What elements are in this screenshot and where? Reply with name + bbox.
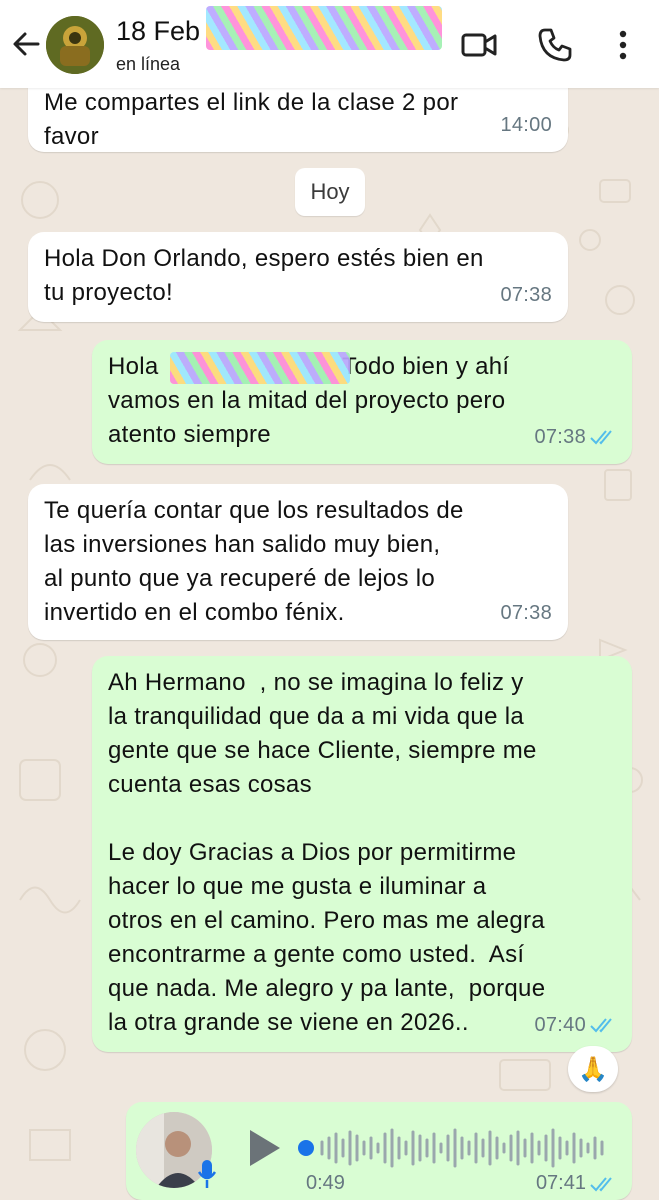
voice-duration: 0:49 [306, 1172, 345, 1194]
folded-hands-emoji: 🙏 [578, 1055, 608, 1083]
message-time: 07:38 [534, 426, 586, 448]
message-time: 07:38 [500, 284, 552, 306]
message-list[interactable]: Me compartes el link de la clase 2 por f… [0, 0, 659, 1200]
chat-header: 18 Feb en línea [0, 0, 659, 88]
message-text: Ah Hermano , no se imagina lo feliz y la… [108, 669, 546, 1036]
outgoing-message[interactable]: Hola Todo bien y ahí vamos en la mitad d… [92, 340, 632, 464]
incoming-message[interactable]: Te quería contar que los resultados de l… [28, 484, 568, 640]
contact-avatar[interactable] [46, 16, 104, 74]
reaction-badge[interactable]: 🙏 [568, 1046, 618, 1092]
incoming-message[interactable]: Hola Don Orlando, espero estés bien en t… [28, 232, 568, 322]
double-check-icon [590, 430, 612, 445]
message-text: Me compartes el link de la clase 2 por f… [44, 89, 459, 150]
double-check-icon [590, 1176, 612, 1191]
contact-status: en línea [116, 54, 181, 74]
redaction-mark [170, 352, 350, 384]
message-text-start: Hola [108, 353, 166, 380]
microphone-icon [197, 1160, 217, 1188]
double-check-icon [590, 1018, 612, 1033]
message-time: 07:40 [534, 1014, 586, 1036]
voice-message[interactable]: 0:49 07:41 [126, 1102, 632, 1200]
date-separator: Hoy [295, 168, 365, 216]
message-time: 14:00 [500, 114, 552, 136]
audio-waveform[interactable] [296, 1124, 614, 1172]
play-icon[interactable] [246, 1128, 282, 1168]
phone-icon[interactable] [536, 26, 574, 64]
message-text: Hola Don Orlando, espero estés bien en t… [44, 245, 484, 306]
message-time: 07:38 [500, 602, 552, 624]
more-vertical-icon[interactable] [604, 26, 642, 64]
arrow-left-icon[interactable] [8, 26, 44, 62]
message-text: Te quería contar que los resultados de l… [44, 497, 464, 626]
redaction-mark [206, 6, 442, 50]
outgoing-message[interactable]: Ah Hermano , no se imagina lo feliz y la… [92, 656, 632, 1052]
message-time: 07:41 [535, 1172, 586, 1194]
video-camera-icon[interactable] [460, 26, 498, 64]
